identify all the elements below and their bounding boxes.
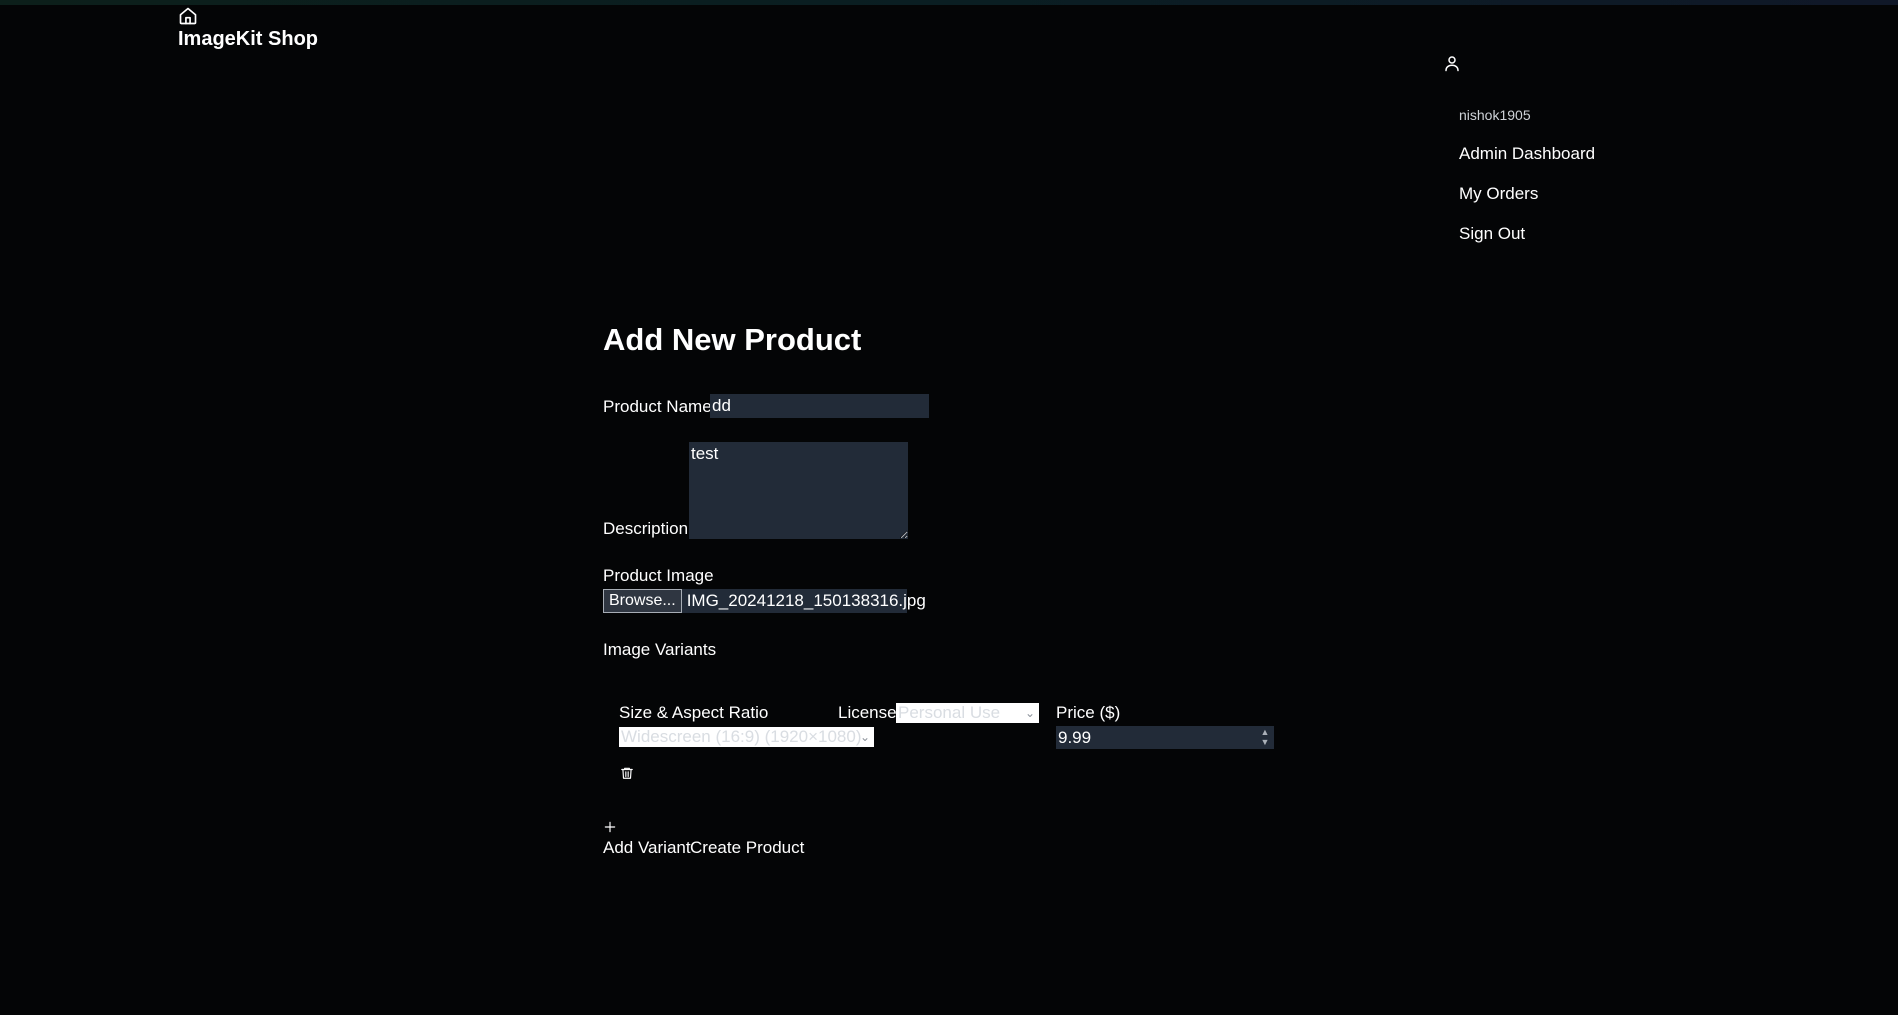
chevron-down-icon: ⌄ (859, 730, 870, 744)
plus-icon[interactable] (603, 820, 617, 834)
product-image-file-input[interactable]: Browse... IMG_20241218_150138316.jpg (603, 589, 926, 613)
user-dropdown-menu: nishok1905 Admin Dashboard My Orders Sig… (1459, 105, 1595, 263)
selected-file-name: IMG_20241218_150138316.jpg (686, 591, 926, 610)
menu-item-sign-out[interactable]: Sign Out (1459, 223, 1595, 245)
page-title: Add New Product (603, 322, 862, 357)
license-select-value: Personal Use (898, 703, 1001, 722)
browse-button[interactable]: Browse... (603, 589, 682, 613)
home-icon (179, 7, 197, 25)
product-image-label: Product Image (603, 566, 714, 585)
size-column-label: Size & Aspect Ratio (619, 703, 769, 722)
menu-item-my-orders[interactable]: My Orders (1459, 183, 1595, 205)
price-column-label: Price ($) (1056, 703, 1121, 722)
price-input[interactable] (1056, 726, 1274, 749)
add-variant-button[interactable]: Add Variant (603, 838, 691, 858)
menu-item-admin-dashboard[interactable]: Admin Dashboard (1459, 143, 1595, 165)
license-column-label: License (838, 703, 897, 722)
size-select-value: Widescreen (16:9) (1920×1080) (621, 727, 862, 746)
user-icon[interactable] (1443, 53, 1461, 73)
chevron-down-icon: ⌄ (1024, 706, 1035, 720)
home-link[interactable] (178, 6, 198, 26)
description-label: Description (603, 519, 689, 538)
top-accent-bar (0, 0, 1898, 5)
product-name-input[interactable] (710, 394, 929, 418)
create-product-button[interactable]: Create Product (690, 838, 804, 858)
trash-icon[interactable] (620, 765, 634, 781)
product-name-label: Product Name (603, 397, 712, 416)
price-stepper-icon[interactable]: ▲ ▼ (1260, 727, 1270, 747)
license-select[interactable]: Personal Use ⌄ (896, 703, 1039, 723)
username-label: nishok1905 (1459, 107, 1531, 123)
size-aspect-select[interactable]: Widescreen (16:9) (1920×1080) ⌄ (619, 727, 874, 747)
image-variants-label: Image Variants (603, 640, 717, 659)
description-textarea[interactable]: test (689, 442, 908, 539)
brand-title[interactable]: ImageKit Shop (178, 28, 318, 51)
